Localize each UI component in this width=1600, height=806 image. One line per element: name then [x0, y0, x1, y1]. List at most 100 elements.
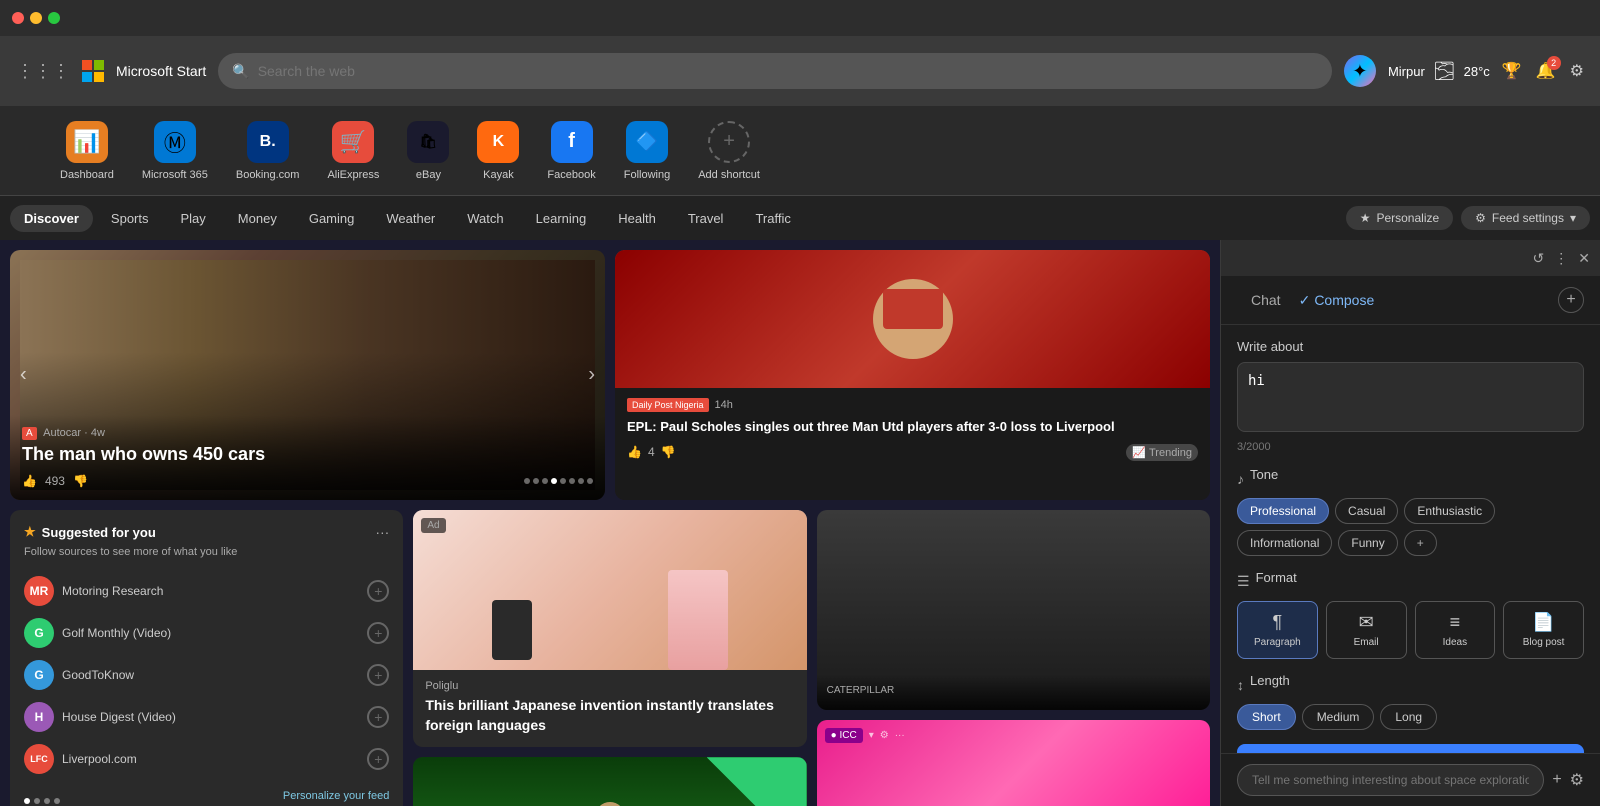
generate-draft-button[interactable]: Generate draft [1237, 744, 1584, 753]
write-about-input[interactable]: hi [1237, 362, 1584, 432]
tab-play[interactable]: Play [167, 205, 220, 232]
length-icon: ↕ [1237, 677, 1244, 693]
dot-5 [560, 478, 566, 484]
shortcut-booking[interactable]: B. Booking.com [236, 121, 300, 181]
thumbs-down-icon[interactable]: 👎 [73, 474, 88, 488]
close-panel-icon[interactable]: ✕ [1578, 250, 1590, 267]
search-bar[interactable]: 🔍 [218, 53, 1332, 89]
list-item: LFC Liverpool.com + [24, 738, 389, 780]
shortcut-facebook-icon: f [551, 121, 593, 163]
article-mbappe[interactable]: K Tuko 16h Kylian Mbappe: Real Madrid st… [413, 757, 806, 806]
tab-sports[interactable]: Sports [97, 205, 163, 232]
tab-chat[interactable]: Chat [1237, 286, 1295, 314]
ideas-icon: ≡ [1450, 612, 1461, 633]
chevron-down-icc[interactable]: ▾ [869, 730, 874, 741]
tone-informational-button[interactable]: Informational [1237, 530, 1332, 556]
add-liverpool-button[interactable]: + [367, 748, 389, 770]
tone-professional-button[interactable]: Professional [1237, 498, 1329, 524]
article-japanese[interactable]: Poliglu This brilliant Japanese inventio… [413, 510, 806, 747]
tab-health[interactable]: Health [604, 205, 670, 232]
search-input[interactable] [258, 63, 1318, 79]
article-coal-image: CATERPILLAR [817, 510, 1210, 710]
settings-icon[interactable]: ⚙ [1570, 61, 1584, 81]
panel-gear-icon[interactable]: ⚙ [1570, 770, 1584, 790]
shortcut-booking-label: Booking.com [236, 169, 300, 181]
tone-enthusiastic-button[interactable]: Enthusiastic [1404, 498, 1495, 524]
add-motoring-research-button[interactable]: + [367, 580, 389, 602]
format-blogpost-button[interactable]: 📄 Blog post [1503, 601, 1584, 659]
shortcut-following-label: Following [624, 169, 670, 181]
apps-grid-icon[interactable]: ⋮⋮⋮ [16, 61, 70, 82]
tab-traffic[interactable]: Traffic [741, 205, 804, 232]
shortcut-dashboard[interactable]: 📊 Dashboard [60, 121, 114, 181]
more-options-icon[interactable]: ··· [375, 524, 389, 540]
secondary-thumbs-down[interactable]: 👎 [661, 445, 676, 459]
refresh-panel-icon[interactable]: ↺ [1533, 250, 1545, 267]
add-tab-button[interactable]: + [1558, 287, 1584, 313]
format-email-button[interactable]: ✉ Email [1326, 601, 1407, 659]
article-icc[interactable]: ● ICC ▾ ⚙ ··· PAK 274 172 [817, 720, 1210, 806]
tab-discover[interactable]: Discover [10, 205, 93, 232]
minimize-button[interactable] [30, 12, 42, 24]
length-medium-button[interactable]: Medium [1302, 704, 1375, 730]
featured-article-main[interactable]: A Autocar · 4w The man who owns 450 cars… [10, 250, 605, 500]
format-ideas-button[interactable]: ≡ Ideas [1415, 601, 1496, 659]
length-long-button[interactable]: Long [1380, 704, 1437, 730]
page-dot-1 [24, 798, 30, 804]
tab-learning[interactable]: Learning [522, 205, 601, 232]
personalize-label: Personalize [1376, 211, 1439, 225]
tone-funny-button[interactable]: Funny [1338, 530, 1397, 556]
icc-more-icon[interactable]: ⚙ [880, 730, 889, 741]
feed-settings-label: Feed settings [1492, 211, 1564, 225]
tab-money[interactable]: Money [224, 205, 291, 232]
page-dot-3 [44, 798, 50, 804]
carousel-next[interactable]: › [588, 364, 595, 387]
copilot-icon[interactable]: ✦ [1344, 55, 1376, 87]
shortcut-facebook[interactable]: f Facebook [547, 121, 595, 181]
shortcut-ebay[interactable]: 🛍 eBay [407, 121, 449, 181]
fullscreen-button[interactable] [48, 12, 60, 24]
panel-more-icon[interactable]: ⋮ [1554, 250, 1568, 267]
format-paragraph-button[interactable]: ¶ Paragraph [1237, 601, 1318, 659]
feed-settings-button[interactable]: ⚙ Feed settings ▾ [1461, 206, 1590, 230]
article-coal[interactable]: CATERPILLAR [817, 510, 1210, 710]
close-button[interactable] [12, 12, 24, 24]
source-avatar-mr: MR [24, 576, 54, 606]
shortcut-ebay-label: eBay [416, 169, 441, 181]
secondary-thumbs-up[interactable]: 👍 [627, 445, 642, 459]
shortcut-kayak[interactable]: K Kayak [477, 121, 519, 181]
suggested-description: Follow sources to see more of what you l… [24, 546, 389, 558]
carousel-prev[interactable]: ‹ [20, 364, 27, 387]
personalize-feed-link[interactable]: Personalize your feed [283, 790, 389, 802]
shortcut-aliexpress[interactable]: 🛒 AliExpress [327, 121, 379, 181]
tab-weather[interactable]: Weather [372, 205, 449, 232]
notification-bell[interactable]: 🔔 2 [1536, 61, 1556, 81]
temperature: 28°c [1464, 64, 1490, 79]
tab-gaming[interactable]: Gaming [295, 205, 369, 232]
add-house-digest-button[interactable]: + [367, 706, 389, 728]
icc-dots-icon[interactable]: ··· [895, 730, 905, 741]
length-short-button[interactable]: Short [1237, 704, 1296, 730]
source-golf-monthly: G Golf Monthly (Video) [24, 618, 171, 648]
add-goodtoknow-button[interactable]: + [367, 664, 389, 686]
traffic-lights[interactable] [12, 12, 60, 24]
thumbs-up-icon[interactable]: 👍 [22, 474, 37, 488]
ideas-label: Ideas [1443, 637, 1467, 648]
shortcut-microsoft365[interactable]: Ⓜ Microsoft 365 [142, 121, 208, 181]
panel-settings-icon[interactable]: + [1552, 771, 1561, 789]
chat-input[interactable] [1237, 764, 1544, 796]
featured-article-secondary[interactable]: Daily Post Nigeria 14h EPL: Paul Scholes… [615, 250, 1210, 500]
tone-add-button[interactable]: + [1404, 530, 1437, 556]
shortcut-add[interactable]: + Add shortcut [698, 121, 760, 181]
shortcut-ms365-icon: Ⓜ [154, 121, 196, 163]
shortcut-following[interactable]: 🔷 Following [624, 121, 670, 181]
tone-casual-button[interactable]: Casual [1335, 498, 1398, 524]
secondary-article-title: EPL: Paul Scholes singles out three Man … [627, 418, 1198, 436]
tab-compose[interactable]: ✓ Compose [1299, 292, 1375, 309]
add-golf-monthly-button[interactable]: + [367, 622, 389, 644]
personalize-button[interactable]: ★ Personalize [1346, 206, 1453, 230]
trophy-icon[interactable]: 🏆 [1502, 61, 1522, 81]
tab-travel[interactable]: Travel [674, 205, 738, 232]
compose-check-icon: ✓ [1299, 292, 1311, 309]
tab-watch[interactable]: Watch [453, 205, 517, 232]
